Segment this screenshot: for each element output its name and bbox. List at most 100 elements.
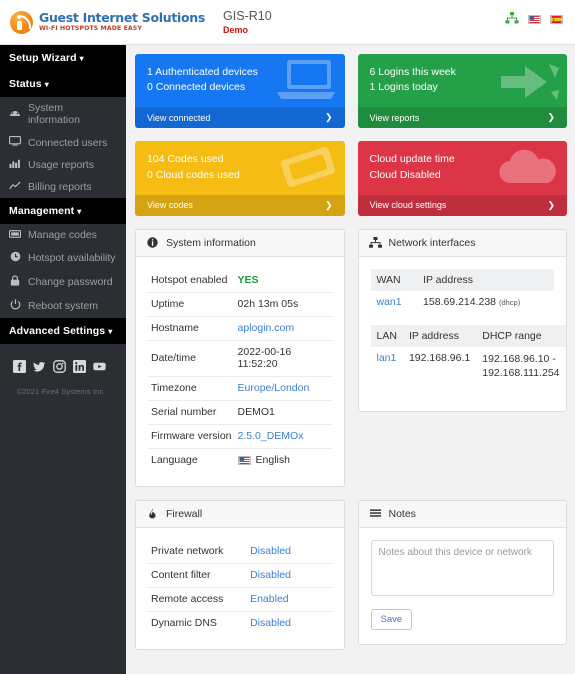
monitor-icon — [9, 136, 21, 149]
row-key: Dynamic DNS — [151, 617, 217, 630]
row-value-link[interactable]: Disabled — [247, 563, 332, 588]
facebook-icon[interactable] — [13, 360, 26, 373]
panel-firewall: Firewall Private network Disabled Conten… — [135, 499, 345, 650]
table-row: lan1 192.168.96.1 192.168.96.10 - 192.16… — [371, 347, 566, 385]
social-links — [0, 344, 126, 373]
panels-row-1: System information Hotspot enabled YES U… — [135, 228, 567, 500]
table-row: Uptime 02h 13m 05s — [148, 292, 332, 317]
row-key: Serial number — [148, 400, 235, 425]
chevron-down-icon: ▾ — [108, 327, 113, 336]
tile-action-view-reports[interactable]: View reports ❯ — [357, 107, 567, 129]
sidebar-item-usage-reports[interactable]: Usage reports — [0, 154, 126, 176]
panel-title: Notes — [388, 507, 416, 520]
sidebar-item-hotspot-availability[interactable]: Hotspot availability — [0, 246, 126, 270]
tile-col-devices: 1 Authenticated devices 0 Connected devi… — [135, 54, 345, 141]
sitemap-icon[interactable] — [505, 12, 519, 27]
row-key: Hotspot enabled — [148, 268, 235, 293]
tile-line-2: Cloud Disabled — [369, 168, 441, 181]
row-value-link[interactable]: 2.5.0_DEMOx — [234, 424, 332, 449]
tile-action-label: View reports — [369, 112, 420, 123]
instagram-icon[interactable] — [53, 360, 66, 373]
interface-name-link[interactable]: wan1 — [371, 291, 418, 313]
tile-cloud-update[interactable]: Cloud update time Cloud Disabled View cl… — [357, 141, 568, 216]
wan-table: WAN IP address wan1 158.69.214.238 (dhcp… — [370, 268, 554, 313]
row-key: Remote access — [148, 587, 248, 612]
row-value-link[interactable]: Europe/London — [234, 376, 332, 401]
tile-action-view-connected[interactable]: View connected ❯ — [135, 107, 345, 129]
tile-line-2: 0 Cloud codes used — [147, 168, 240, 181]
brand-logo[interactable]: Guest Internet Solutions WI-FI HOTSPOTS … — [10, 10, 205, 34]
firewall-table: Private network Disabled Content filter … — [148, 539, 332, 635]
table-row: Date/time 2022-00-16 11:52:20 — [148, 340, 332, 377]
row-value-link[interactable]: Disabled — [247, 611, 331, 635]
panel-title: Firewall — [166, 507, 203, 520]
tile-body: 1 Authenticated devices 0 Connected devi… — [135, 54, 345, 107]
tiles-row-2: 104 Codes used 0 Cloud codes used View c… — [135, 141, 567, 228]
linkedin-icon[interactable] — [73, 360, 86, 373]
flag-es-icon[interactable] — [550, 15, 563, 24]
page-root: Guest Internet Solutions WI-FI HOTSPOTS … — [0, 0, 575, 674]
wifi-arcs-icon — [19, 14, 31, 29]
list-icon — [369, 509, 382, 519]
tile-line-1: 1 Authenticated devices — [147, 66, 258, 78]
column-header-lan: LAN — [370, 324, 403, 347]
tile-body: 104 Codes used 0 Cloud codes used — [135, 141, 345, 194]
lan-table: LAN IP address DHCP range lan1 192.168.9… — [370, 324, 566, 385]
sidebar-group-advanced-settings[interactable]: Advanced Settings ▾ — [0, 318, 126, 344]
brand-text: Guest Internet Solutions WI-FI HOTSPOTS … — [39, 11, 205, 32]
sidebar-group-status[interactable]: Status ▾ — [0, 71, 126, 97]
tile-action-view-cloud-settings[interactable]: View cloud settings ❯ — [357, 194, 567, 216]
sidebar-group-setup-wizard[interactable]: Setup Wizard ▾ — [0, 45, 126, 71]
chevron-down-icon: ▾ — [79, 54, 84, 63]
tile-authenticated-devices[interactable]: 1 Authenticated devices 0 Connected devi… — [135, 54, 345, 129]
notes-input[interactable] — [370, 539, 554, 596]
row-value-link[interactable]: Enabled — [247, 587, 332, 612]
line-chart-icon — [9, 181, 21, 193]
panel-col-system-information: System information Hotspot enabled YES U… — [135, 228, 345, 500]
table-row: Serial number DEMO1 — [148, 400, 332, 425]
tile-body: Cloud update time Cloud Disabled — [358, 141, 568, 194]
ip-value: 158.69.214.238 — [423, 295, 497, 308]
table-row: Private network Disabled — [148, 539, 332, 564]
tile-action-view-codes[interactable]: View codes ❯ — [135, 194, 345, 216]
row-value: YES — [234, 268, 332, 293]
row-value-link[interactable]: aplogin.com — [234, 316, 332, 341]
table-row: Hotspot enabled YES — [148, 268, 332, 293]
tile-logins[interactable]: 6 Logins this week 1 Logins today View r… — [357, 54, 568, 129]
panel-body: Private network Disabled Content filter … — [136, 528, 344, 649]
chevron-down-icon: ▾ — [77, 207, 82, 216]
tile-line-1: 6 Logins this week — [369, 66, 456, 78]
row-value: English — [235, 448, 332, 472]
table-header-row: WAN IP address — [370, 268, 554, 291]
panel-notes: Notes Save — [357, 499, 567, 645]
interface-name-link[interactable]: lan1 — [371, 347, 403, 385]
row-value: DEMO1 — [234, 400, 332, 425]
youtube-icon[interactable] — [93, 360, 106, 373]
tile-line-1: 104 Codes used — [147, 153, 224, 166]
row-key: Hostname — [148, 316, 235, 341]
panel-header: Network interfaces — [358, 229, 566, 257]
table-row: Dynamic DNS Disabled — [148, 611, 332, 635]
sidebar-item-connected-users[interactable]: Connected users — [0, 131, 126, 154]
sidebar-group-management[interactable]: Management ▾ — [0, 198, 126, 224]
sidebar-item-change-password[interactable]: Change password — [0, 270, 126, 294]
sidebar-item-reboot-system[interactable]: Reboot system — [0, 294, 126, 318]
sidebar-item-billing-reports[interactable]: Billing reports — [0, 176, 126, 198]
sidebar-item-manage-codes[interactable]: Manage codes — [0, 224, 126, 246]
chevron-right-icon: ❯ — [324, 112, 333, 123]
row-value: 2022-00-16 11:52:20 — [234, 340, 332, 377]
table-row: Firmware version 2.5.0_DEMOx — [148, 424, 332, 449]
tile-body: 6 Logins this week 1 Logins today — [358, 54, 568, 107]
tile-codes-used[interactable]: 104 Codes used 0 Cloud codes used View c… — [135, 141, 345, 216]
twitter-icon[interactable] — [33, 360, 46, 373]
panel-title: System information — [166, 236, 256, 249]
tile-line-1: Cloud update time — [369, 153, 455, 166]
sidebar-item-system-information[interactable]: System information — [0, 97, 126, 131]
panel-col-network-interfaces: Network interfaces WAN IP address wan1 1… — [357, 228, 567, 500]
flag-us-icon — [237, 455, 251, 465]
save-button[interactable]: Save — [370, 608, 413, 630]
row-value-link[interactable]: Disabled — [247, 539, 332, 564]
top-bar-actions — [505, 12, 563, 27]
row-value: 02h 13m 05s — [234, 292, 332, 317]
flag-us-icon[interactable] — [528, 15, 541, 24]
